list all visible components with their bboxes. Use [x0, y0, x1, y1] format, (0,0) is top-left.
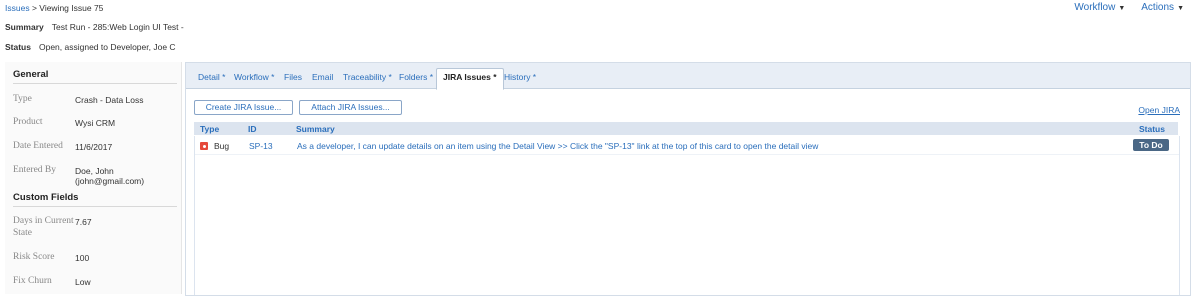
field-value: Low [75, 277, 91, 287]
row-type: Bug [214, 141, 230, 151]
custom-fields-section-title: Custom Fields [13, 192, 79, 203]
breadcrumb-separator: > [31, 3, 37, 13]
summary-row: Summary Test Run - 285:Web Login UI Test … [5, 22, 184, 32]
field-value: 100 [75, 253, 90, 263]
column-header-status[interactable]: Status [1139, 124, 1165, 134]
caret-down-icon: ▼ [1177, 5, 1184, 12]
field-value: 7.67 [75, 217, 92, 227]
jira-table-body: Bug SP-13 As a developer, I can update d… [194, 136, 1180, 295]
issue-tabs-panel: Detail * Workflow * Files Email Traceabi… [185, 62, 1191, 296]
tab-email[interactable]: Email [312, 72, 333, 82]
tab-traceability[interactable]: Traceability * [343, 72, 392, 82]
divider [13, 83, 177, 84]
status-badge: To Do [1133, 139, 1169, 151]
field-value: Doe, John (john@gmail.com) [75, 166, 145, 186]
header-actions: Workflow ▼ Actions ▼ [1074, 2, 1184, 13]
jira-table-header: Type ID Summary Status [194, 122, 1178, 135]
row-id-link[interactable]: SP-13 [249, 141, 273, 151]
summary-value: Test Run - 285:Web Login UI Test - [51, 22, 184, 32]
tab-files[interactable]: Files [284, 72, 302, 82]
details-sidebar: General Type Crash - Data Loss Product W… [5, 62, 182, 294]
tab-bar: Detail * Workflow * Files Email Traceabi… [186, 63, 1190, 90]
field-label: Type [13, 94, 32, 104]
field-label: Fix Churn [13, 276, 52, 286]
actions-menu[interactable]: Actions ▼ [1141, 2, 1184, 13]
field-value: 11/6/2017 [75, 142, 113, 152]
summary-label: Summary [5, 22, 44, 32]
bug-icon [200, 142, 208, 150]
tab-detail[interactable]: Detail * [198, 72, 225, 82]
status-label: Status [5, 42, 31, 52]
breadcrumb: Issues > Viewing Issue 75 [5, 3, 103, 13]
workflow-menu-label: Workflow [1074, 2, 1116, 13]
attach-jira-issues-button[interactable]: Attach JIRA Issues... [299, 100, 402, 115]
general-section-title: General [13, 69, 49, 80]
workflow-menu[interactable]: Workflow ▼ [1074, 2, 1125, 13]
actions-menu-label: Actions [1141, 2, 1175, 13]
tab-folders[interactable]: Folders * [399, 72, 433, 82]
status-value: Open, assigned to Developer, Joe C [38, 42, 176, 52]
column-header-type[interactable]: Type [200, 124, 219, 134]
column-header-summary[interactable]: Summary [296, 124, 335, 134]
field-value: Wysi CRM [75, 118, 116, 128]
row-summary-link[interactable]: As a developer, I can update details on … [297, 141, 818, 151]
tab-jira-issues[interactable]: JIRA Issues * [436, 68, 504, 90]
field-label: Days in Current State [13, 216, 74, 238]
open-jira-link[interactable]: Open JIRA [1138, 105, 1180, 115]
breadcrumb-current: Viewing Issue 75 [39, 3, 104, 13]
status-row: Status Open, assigned to Developer, Joe C [5, 42, 176, 52]
breadcrumb-issues-link[interactable]: Issues [5, 3, 30, 13]
field-label: Risk Score [13, 252, 55, 262]
create-jira-issue-button[interactable]: Create JIRA Issue... [194, 100, 293, 115]
field-label: Product [13, 117, 43, 127]
field-label: Entered By [13, 165, 57, 175]
field-value: Crash - Data Loss [75, 95, 144, 105]
field-label: Date Entered [13, 141, 63, 151]
tab-history[interactable]: History * [504, 72, 536, 82]
caret-down-icon: ▼ [1118, 5, 1126, 12]
tab-workflow[interactable]: Workflow * [234, 72, 274, 82]
divider [13, 206, 177, 207]
column-header-id[interactable]: ID [248, 124, 257, 134]
table-row: Bug SP-13 As a developer, I can update d… [195, 136, 1179, 155]
